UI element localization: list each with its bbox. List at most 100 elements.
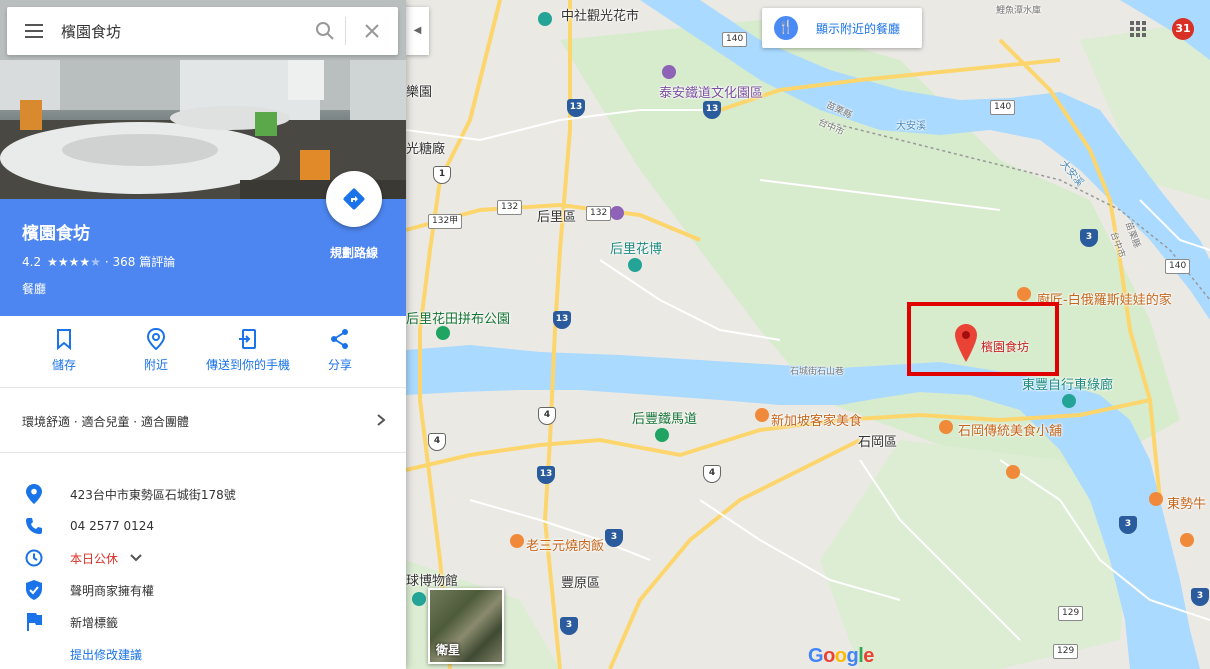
map-label-laosan[interactable]: 老三元燒肉飯 — [526, 535, 604, 554]
highway-13: 13 — [703, 101, 721, 119]
search-icon[interactable] — [305, 11, 345, 51]
park-poi-icon[interactable] — [655, 428, 669, 442]
attributes-row[interactable]: 環境舒適 · 適合兒童 · 適合團體 — [0, 389, 406, 453]
rating-value: 4.2 — [22, 254, 42, 269]
bookmark-icon — [57, 329, 71, 350]
google-maps-app: 中社觀光花市 泰安鐵道文化園區 后里區 后里花博 樂園 光糖廠 后里花田拼布公園… — [0, 0, 1210, 669]
highway-3: 3 — [560, 617, 578, 635]
highway-1: 1 — [433, 166, 451, 184]
info-list: 423台中市東勢區石城街178號 04 2577 0124 本日公休 聲明商家擁… — [0, 478, 406, 669]
restaurant-poi-icon[interactable] — [1149, 492, 1163, 506]
map-label-taian[interactable]: 泰安鐵道文化園區 — [659, 82, 763, 101]
highway-3: 3 — [1191, 588, 1209, 606]
nearby-button[interactable]: 附近 — [132, 316, 180, 373]
restaurant-poi-icon[interactable] — [1006, 465, 1020, 479]
share-button[interactable]: 分享 — [316, 316, 364, 373]
nearby-label: 附近 — [143, 358, 168, 372]
send-to-phone-icon — [239, 329, 256, 349]
search-input[interactable] — [61, 11, 305, 51]
tourist-poi-icon[interactable] — [538, 12, 552, 26]
road-shield-129: 129 — [1053, 644, 1079, 659]
directions-icon — [343, 188, 365, 210]
star-rating-icon: ★★★★★ — [47, 254, 101, 269]
location-pin-icon — [24, 484, 44, 504]
highway-13: 13 — [567, 99, 585, 117]
highlight-box — [907, 302, 1059, 376]
map-label-houfeng[interactable]: 后豐鐵馬道 — [632, 408, 697, 427]
address-text: 423台中市東勢區石城街178號 — [70, 487, 236, 502]
park-poi-icon[interactable] — [628, 258, 642, 272]
claim-text: 聲明商家擁有權 — [70, 583, 155, 598]
apps-grid-icon[interactable] — [1130, 21, 1146, 37]
reviews-link[interactable]: · 368 篇評論 — [105, 253, 175, 270]
rail-poi-icon[interactable] — [610, 206, 624, 220]
account-avatar[interactable]: 31 — [1172, 18, 1194, 40]
map-label-liyu: 鯉魚潭水庫 — [996, 6, 1042, 16]
map-label-fengyuan: 豐原區 — [561, 576, 601, 591]
close-icon[interactable] — [346, 11, 398, 51]
map-label-houli-flower[interactable]: 后里花博 — [610, 238, 662, 257]
museum-poi-icon[interactable] — [412, 592, 426, 606]
road-shield-129: 129 — [1058, 606, 1084, 621]
hours-row[interactable]: 本日公休 — [0, 542, 406, 574]
place-photo[interactable] — [0, 0, 406, 199]
flag-icon — [24, 612, 44, 632]
chevron-right-icon — [377, 414, 386, 426]
suggest-edit-row[interactable]: 提出修改建議 — [0, 638, 406, 669]
chevron-down-icon[interactable] — [130, 552, 142, 564]
share-label: 分享 — [327, 358, 352, 372]
highway-13: 13 — [553, 311, 571, 329]
phone-row[interactable]: 04 2577 0124 — [0, 510, 406, 542]
satellite-label: 衛星 — [436, 643, 461, 657]
clock-icon — [24, 548, 44, 568]
park-poi-icon[interactable] — [436, 326, 450, 340]
map-label-singapore[interactable]: 新加坡客家美食 — [771, 410, 862, 429]
map-label-houli: 后里區 — [537, 210, 577, 225]
map-label-shigang-food[interactable]: 石岡傳統美食小舖 — [958, 420, 1062, 439]
map-label-sugar[interactable]: 光糖廠 — [406, 138, 445, 157]
directions-label[interactable]: 規劃路線 — [318, 244, 390, 261]
suggest-edit-link[interactable]: 提出修改建議 — [70, 646, 142, 663]
add-label-text: 新增標籤 — [70, 615, 119, 630]
menu-icon[interactable] — [7, 7, 61, 55]
map-label-zhongshe[interactable]: 中社觀光花市 — [561, 5, 639, 24]
place-category[interactable]: 餐廳 — [22, 280, 46, 297]
directions-button[interactable] — [326, 171, 382, 227]
send-to-phone-button[interactable]: 傳送到你的手機 — [198, 316, 298, 373]
restaurant-poi-icon[interactable] — [1180, 533, 1194, 547]
hours-text: 本日公休 — [70, 551, 119, 566]
save-button[interactable]: 儲存 — [40, 316, 88, 373]
restaurant-poi-icon[interactable] — [1017, 287, 1031, 301]
show-nearby-restaurants-button[interactable]: 🍴 顯示附近的餐廳 — [762, 8, 922, 48]
restaurant-poi-icon[interactable] — [939, 420, 953, 434]
map-label-dongshi-cow[interactable]: 東勢牛 — [1167, 493, 1206, 512]
map-label-quilt-park[interactable]: 后里花田拼布公園 — [406, 308, 510, 327]
address-row[interactable]: 423台中市東勢區石城街178號 — [0, 478, 406, 510]
restaurant-poi-icon[interactable] — [755, 408, 769, 422]
map-label-ball-museum[interactable]: 球博物館 — [406, 570, 458, 589]
map-label-paradise[interactable]: 樂園 — [406, 81, 432, 100]
send-to-phone-label: 傳送到你的手機 — [205, 358, 290, 372]
road-shield-140: 140 — [990, 100, 1016, 115]
place-panel: 規劃路線 檳園食坊 4.2 ★★★★★ · 368 篇評論 餐廳 儲存 附近 傳… — [0, 0, 406, 669]
claim-row[interactable]: 聲明商家擁有權 — [0, 574, 406, 606]
map-label-bikeway[interactable]: 東豐自行車綠廊 — [1022, 374, 1113, 393]
satellite-toggle[interactable]: 衛星 — [428, 588, 504, 664]
bike-poi-icon[interactable] — [1062, 394, 1076, 408]
highway-3: 3 — [605, 529, 623, 547]
share-icon — [331, 329, 348, 349]
highway-13: 13 — [537, 466, 555, 484]
show-nearby-restaurants-label: 顯示附近的餐廳 — [816, 21, 901, 36]
phone-icon — [24, 516, 44, 536]
museum-poi-icon[interactable] — [662, 65, 676, 79]
rating-row: 4.2 ★★★★★ · 368 篇評論 — [22, 253, 175, 270]
nearby-icon — [146, 328, 166, 350]
road-shield-140: 140 — [722, 32, 748, 47]
collapse-panel-button[interactable]: ◀ — [406, 7, 429, 55]
restaurant-poi-icon[interactable] — [510, 534, 524, 548]
map-label-shigang: 石岡區 — [858, 435, 898, 450]
add-label-row[interactable]: 新增標籤 — [0, 606, 406, 638]
google-logo: Google — [808, 645, 874, 667]
road-shield-132: 132 — [497, 200, 523, 215]
map-label-daan-river: 大安溪 — [896, 121, 926, 132]
